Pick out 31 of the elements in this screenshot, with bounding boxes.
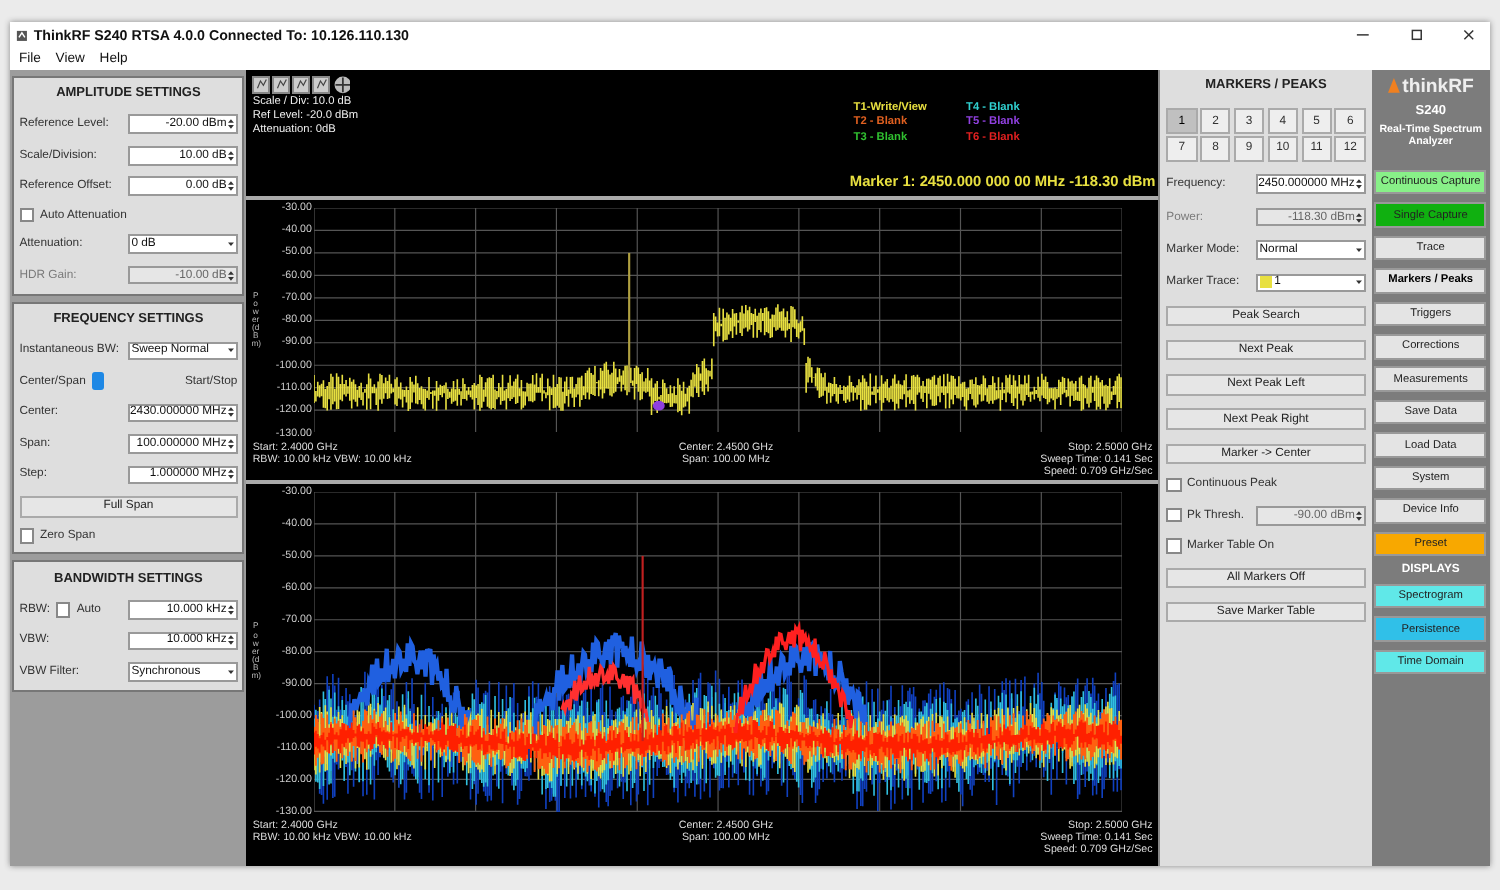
caret-icon — [1356, 244, 1363, 256]
checkbox[interactable] — [19, 207, 35, 223]
spinner-icon[interactable] — [228, 603, 234, 616]
toolbar-button[interactable] — [312, 75, 331, 93]
checkbox[interactable] — [19, 528, 35, 544]
toolbar-button[interactable] — [272, 75, 291, 93]
toolbar-button[interactable] — [292, 75, 311, 93]
spinner-icon[interactable] — [228, 149, 234, 162]
app-icon — [15, 29, 28, 42]
crosshair-icon[interactable] — [333, 75, 351, 93]
spinner-icon[interactable] — [228, 406, 234, 419]
spinner-icon[interactable] — [1356, 178, 1363, 191]
checkbox[interactable] — [1166, 477, 1182, 493]
spinner-icon[interactable] — [228, 634, 234, 647]
toggle-switch[interactable] — [91, 372, 104, 391]
spinner-icon[interactable] — [1356, 211, 1363, 223]
spinner-icon[interactable] — [228, 118, 234, 131]
spinner-icon[interactable] — [228, 269, 234, 282]
marker-dot[interactable] — [653, 400, 666, 411]
logo-icon — [1387, 78, 1400, 94]
brand-name: thinkRF — [1402, 75, 1474, 98]
spinner-icon[interactable] — [228, 437, 234, 450]
toolbar-button[interactable] — [252, 75, 271, 93]
caret-icon — [228, 665, 234, 678]
caret-icon — [1356, 276, 1363, 289]
checkbox[interactable] — [1166, 538, 1182, 554]
checkbox[interactable] — [55, 602, 71, 617]
spinner-icon[interactable] — [228, 180, 234, 193]
spinner-icon[interactable] — [228, 468, 234, 481]
caret-icon — [228, 344, 234, 357]
caret-icon — [228, 238, 234, 251]
